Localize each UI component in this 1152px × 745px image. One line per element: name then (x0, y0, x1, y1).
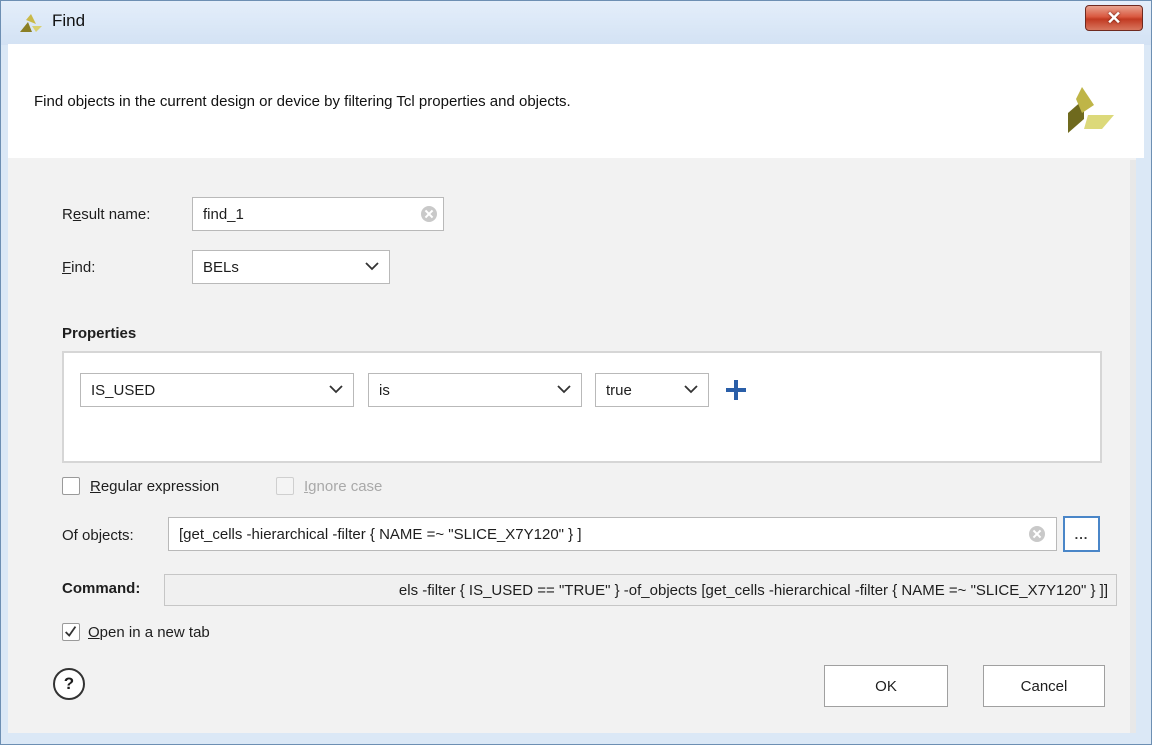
open-new-tab-label[interactable]: Open in a new tab (88, 624, 210, 641)
regular-expression-checkbox[interactable] (62, 477, 80, 495)
label-part: ind: (71, 259, 96, 276)
chevron-down-icon (329, 385, 343, 394)
dialog-description: Find objects in the current design or de… (34, 93, 571, 110)
property-name-value: IS_USED (91, 382, 156, 399)
mnemonic: O (88, 624, 100, 641)
vivado-logo-icon (1068, 87, 1114, 133)
command-label: Command: (62, 580, 141, 597)
clear-icon[interactable] (1029, 526, 1045, 542)
properties-heading: Properties (62, 325, 137, 342)
ignore-case-label: Ignore case (304, 478, 382, 495)
clear-icon[interactable] (421, 206, 437, 222)
of-objects-input[interactable]: [get_cells -hierarchical -filter { NAME … (168, 517, 1057, 551)
command-preview-text: els -filter { IS_USED == "TRUE" } -of_ob… (398, 582, 1108, 599)
of-objects-label: Of objects: (62, 527, 134, 544)
close-icon: ✕ (1106, 8, 1122, 28)
ignore-case-checkbox (276, 477, 294, 495)
label-part: egular expression (100, 478, 220, 495)
mnemonic: e (72, 206, 82, 223)
property-value-value: true (606, 382, 632, 399)
result-name-value: find_1 (203, 206, 244, 223)
browse-objects-button[interactable]: ... (1063, 516, 1100, 552)
window-title: Find (52, 11, 86, 30)
chevron-down-icon (684, 385, 698, 394)
label-part: sult name: (81, 206, 151, 223)
properties-panel (62, 351, 1102, 463)
open-new-tab-checkbox[interactable] (62, 623, 80, 641)
scrollbar-track[interactable] (1130, 160, 1136, 733)
command-preview-field[interactable]: els -filter { IS_USED == "TRUE" } -of_ob… (164, 574, 1117, 606)
chevron-down-icon (365, 262, 379, 271)
property-value-dropdown[interactable]: true (595, 373, 709, 407)
ok-button[interactable]: OK (824, 665, 948, 707)
plus-icon[interactable] (724, 378, 748, 402)
property-operator-dropdown[interactable]: is (368, 373, 582, 407)
property-operator-value: is (379, 382, 390, 399)
label-part: ects: (102, 527, 134, 544)
close-button[interactable]: ✕ (1085, 5, 1143, 31)
find-label: Find: (62, 259, 95, 276)
label-part: R (62, 206, 73, 223)
label-part: Of ob (62, 527, 99, 544)
title-bar[interactable] (1, 1, 1151, 45)
cancel-button[interactable]: Cancel (983, 665, 1105, 707)
of-objects-value: [get_cells -hierarchical -filter { NAME … (179, 526, 582, 543)
mnemonic: F (62, 259, 72, 276)
checkmark-icon (65, 626, 77, 637)
label-part: pen in a new tab (99, 624, 210, 641)
vivado-logo-icon (20, 14, 42, 32)
help-icon[interactable]: ? (53, 668, 85, 700)
result-name-input[interactable]: find_1 (192, 197, 444, 231)
mnemonic: R (90, 478, 101, 495)
find-type-dropdown[interactable]: BELs (192, 250, 390, 284)
result-name-label: Result name: (62, 206, 150, 223)
regular-expression-label[interactable]: Regular expression (90, 478, 219, 495)
chevron-down-icon (557, 385, 571, 394)
label-part: gnore case (308, 478, 383, 495)
property-name-dropdown[interactable]: IS_USED (80, 373, 354, 407)
find-type-value: BELs (203, 259, 239, 276)
